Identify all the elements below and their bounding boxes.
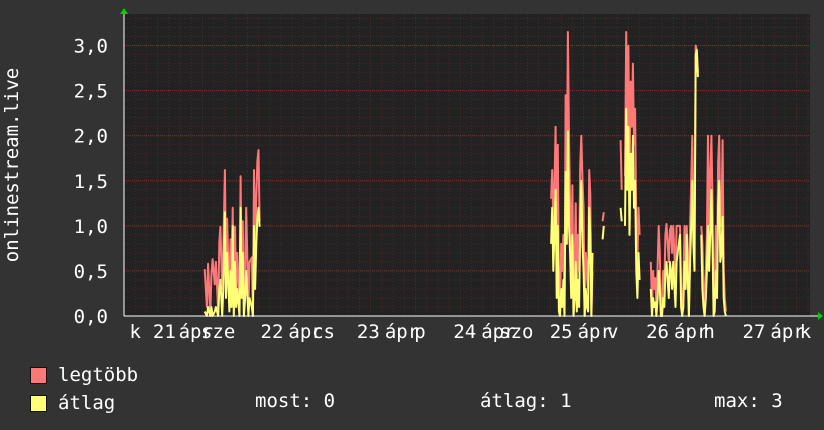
- y-tick-label: 2,0: [74, 126, 108, 148]
- y-tick-label: 0,0: [74, 306, 108, 328]
- y-tick-label: 3,0: [74, 36, 108, 58]
- series-line-atlag: [601, 225, 605, 240]
- x-tick-label: h: [703, 321, 714, 343]
- series-line-legtobb: [619, 140, 623, 190]
- x-tick-label: 24: [453, 321, 476, 343]
- y-tick-labels: 0,0 0,5 1,0 1,5 2,0 2,5 3,0: [74, 36, 108, 328]
- x-tick-label: 21: [153, 321, 176, 343]
- stat-most: most: 0: [255, 390, 336, 412]
- x-tick-label: k: [800, 321, 812, 343]
- legend-swatch-atlag: [30, 395, 47, 412]
- x-tick-labels: k 21 áprsze 22 áprcs 23 áprp 24 áprszo 25 áprv 26 áp…: [129, 321, 811, 343]
- x-tick-label: 27: [743, 321, 766, 343]
- x-tick-label: 22: [261, 321, 284, 343]
- series-line-legtobb: [601, 212, 605, 222]
- x-tick-label: 23: [357, 321, 380, 343]
- legend-swatch-legtobb: [30, 367, 47, 384]
- y-tick-label: 1,5: [74, 171, 108, 193]
- x-tick-label: 26: [646, 321, 669, 343]
- x-tick-label: p: [414, 321, 425, 343]
- y-tick-label: 0,5: [74, 261, 108, 283]
- x-tick-label: szo: [499, 321, 533, 343]
- legend-label-atlag: átlag: [58, 392, 116, 414]
- y-axis-label-wrap: onlinestream.live: [0, 0, 24, 320]
- stat-atlag: átlag: 1: [480, 390, 572, 412]
- stat-max: max: 3: [714, 390, 783, 412]
- y-axis-label: onlinestream.live: [1, 67, 23, 263]
- x-tick-label: 25: [550, 321, 573, 343]
- y-tick-label: 2,5: [74, 81, 108, 103]
- legend: legtöbb átlag most: 0 átlag: 1 max: 3: [30, 362, 820, 426]
- legend-label-legtobb: legtöbb: [58, 364, 139, 386]
- x-tick-label: v: [607, 321, 618, 343]
- x-axis-arrow-icon: [818, 312, 823, 320]
- x-tick-label: cs: [312, 321, 335, 343]
- series-line-atlag: [619, 207, 623, 222]
- y-axis-arrow-icon: [120, 8, 128, 14]
- y-tick-label: 1,0: [74, 216, 108, 238]
- x-tick-label: sze: [201, 321, 235, 343]
- x-tick-label: k: [129, 321, 141, 343]
